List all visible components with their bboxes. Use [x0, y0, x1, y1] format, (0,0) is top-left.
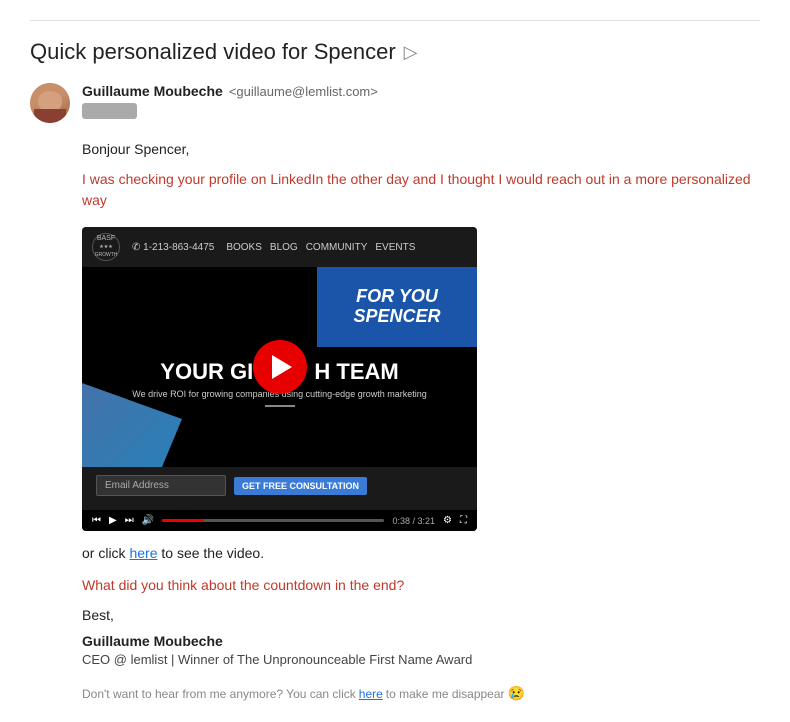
intro-text: I was checking your profile on LinkedIn …	[82, 169, 760, 211]
greeting: Bonjour Spencer,	[82, 141, 760, 157]
video-main[interactable]: FOR YOU SPENCER YOUR GI_____H TEAM We dr…	[82, 267, 477, 467]
fullscreen-icon[interactable]: ⛶	[460, 515, 467, 526]
progress-bar[interactable]	[162, 519, 384, 522]
unsubscribe-link[interactable]: here	[359, 687, 383, 701]
email-form-row: Email Address GET FREE CONSULTATION	[96, 475, 463, 496]
video-header: BASF★★★GROWTH ✆ 1-213-863-4475 BOOKS BLO…	[82, 227, 477, 267]
video-controls: ⏮ ▶ ⏭ 🔊 0:38 / 3:21 ⚙ ⛶	[82, 510, 477, 531]
video-phone: ✆ 1-213-863-4475	[132, 242, 214, 253]
for-you-text-line1: FOR YOU	[356, 287, 438, 307]
play-pause-button[interactable]: ▶	[109, 515, 117, 526]
video-bottom-section: Email Address GET FREE CONSULTATION	[82, 467, 477, 510]
sender-name: Guillaume Moubeche	[82, 83, 223, 99]
click-here-row: or click here to see the video.	[82, 545, 760, 561]
sender-tag	[82, 103, 137, 119]
email-subject: Quick personalized video for Spencer	[30, 39, 396, 65]
email-body: Bonjour Spencer, I was checking your pro…	[82, 141, 760, 702]
video-link[interactable]: here	[129, 545, 157, 561]
video-nav: BOOKS BLOG COMMUNITY EVENTS	[226, 242, 415, 253]
signature-title: CEO @ lemlist | Winner of The Unpronounc…	[82, 652, 760, 667]
video-embed: BASF★★★GROWTH ✆ 1-213-863-4475 BOOKS BLO…	[82, 227, 477, 531]
settings-icon[interactable]: ⚙	[443, 515, 452, 526]
skip-back-button[interactable]: ⏮	[92, 515, 101, 526]
for-you-text-line2: SPENCER	[353, 307, 440, 327]
question-text: What did you think about the countdown i…	[82, 577, 760, 593]
volume-icon[interactable]: 🔊	[142, 515, 154, 526]
unsubscribe-row: Don't want to hear from me anymore? You …	[82, 685, 760, 702]
avatar	[30, 83, 70, 123]
video-logo: BASF★★★GROWTH	[92, 233, 120, 261]
video-email-input[interactable]: Email Address	[96, 475, 226, 496]
signature-name: Guillaume Moubeche	[82, 633, 760, 649]
time-display: 0:38 / 3:21	[392, 516, 435, 526]
skip-forward-button[interactable]: ⏭	[125, 515, 134, 526]
sender-email: <guillaume@lemlist.com>	[229, 84, 378, 99]
play-button[interactable]	[253, 340, 307, 394]
sad-emoji: 😢	[508, 685, 525, 702]
for-you-overlay: FOR YOU SPENCER	[317, 267, 477, 347]
best-line: Best,	[82, 607, 760, 623]
progress-bar-fill	[162, 519, 204, 522]
video-cta-button[interactable]: GET FREE CONSULTATION	[234, 477, 367, 495]
sender-info: Guillaume Moubeche <guillaume@lemlist.co…	[82, 83, 378, 119]
forward-icon: ▷	[404, 42, 418, 63]
play-triangle-icon	[272, 355, 292, 379]
